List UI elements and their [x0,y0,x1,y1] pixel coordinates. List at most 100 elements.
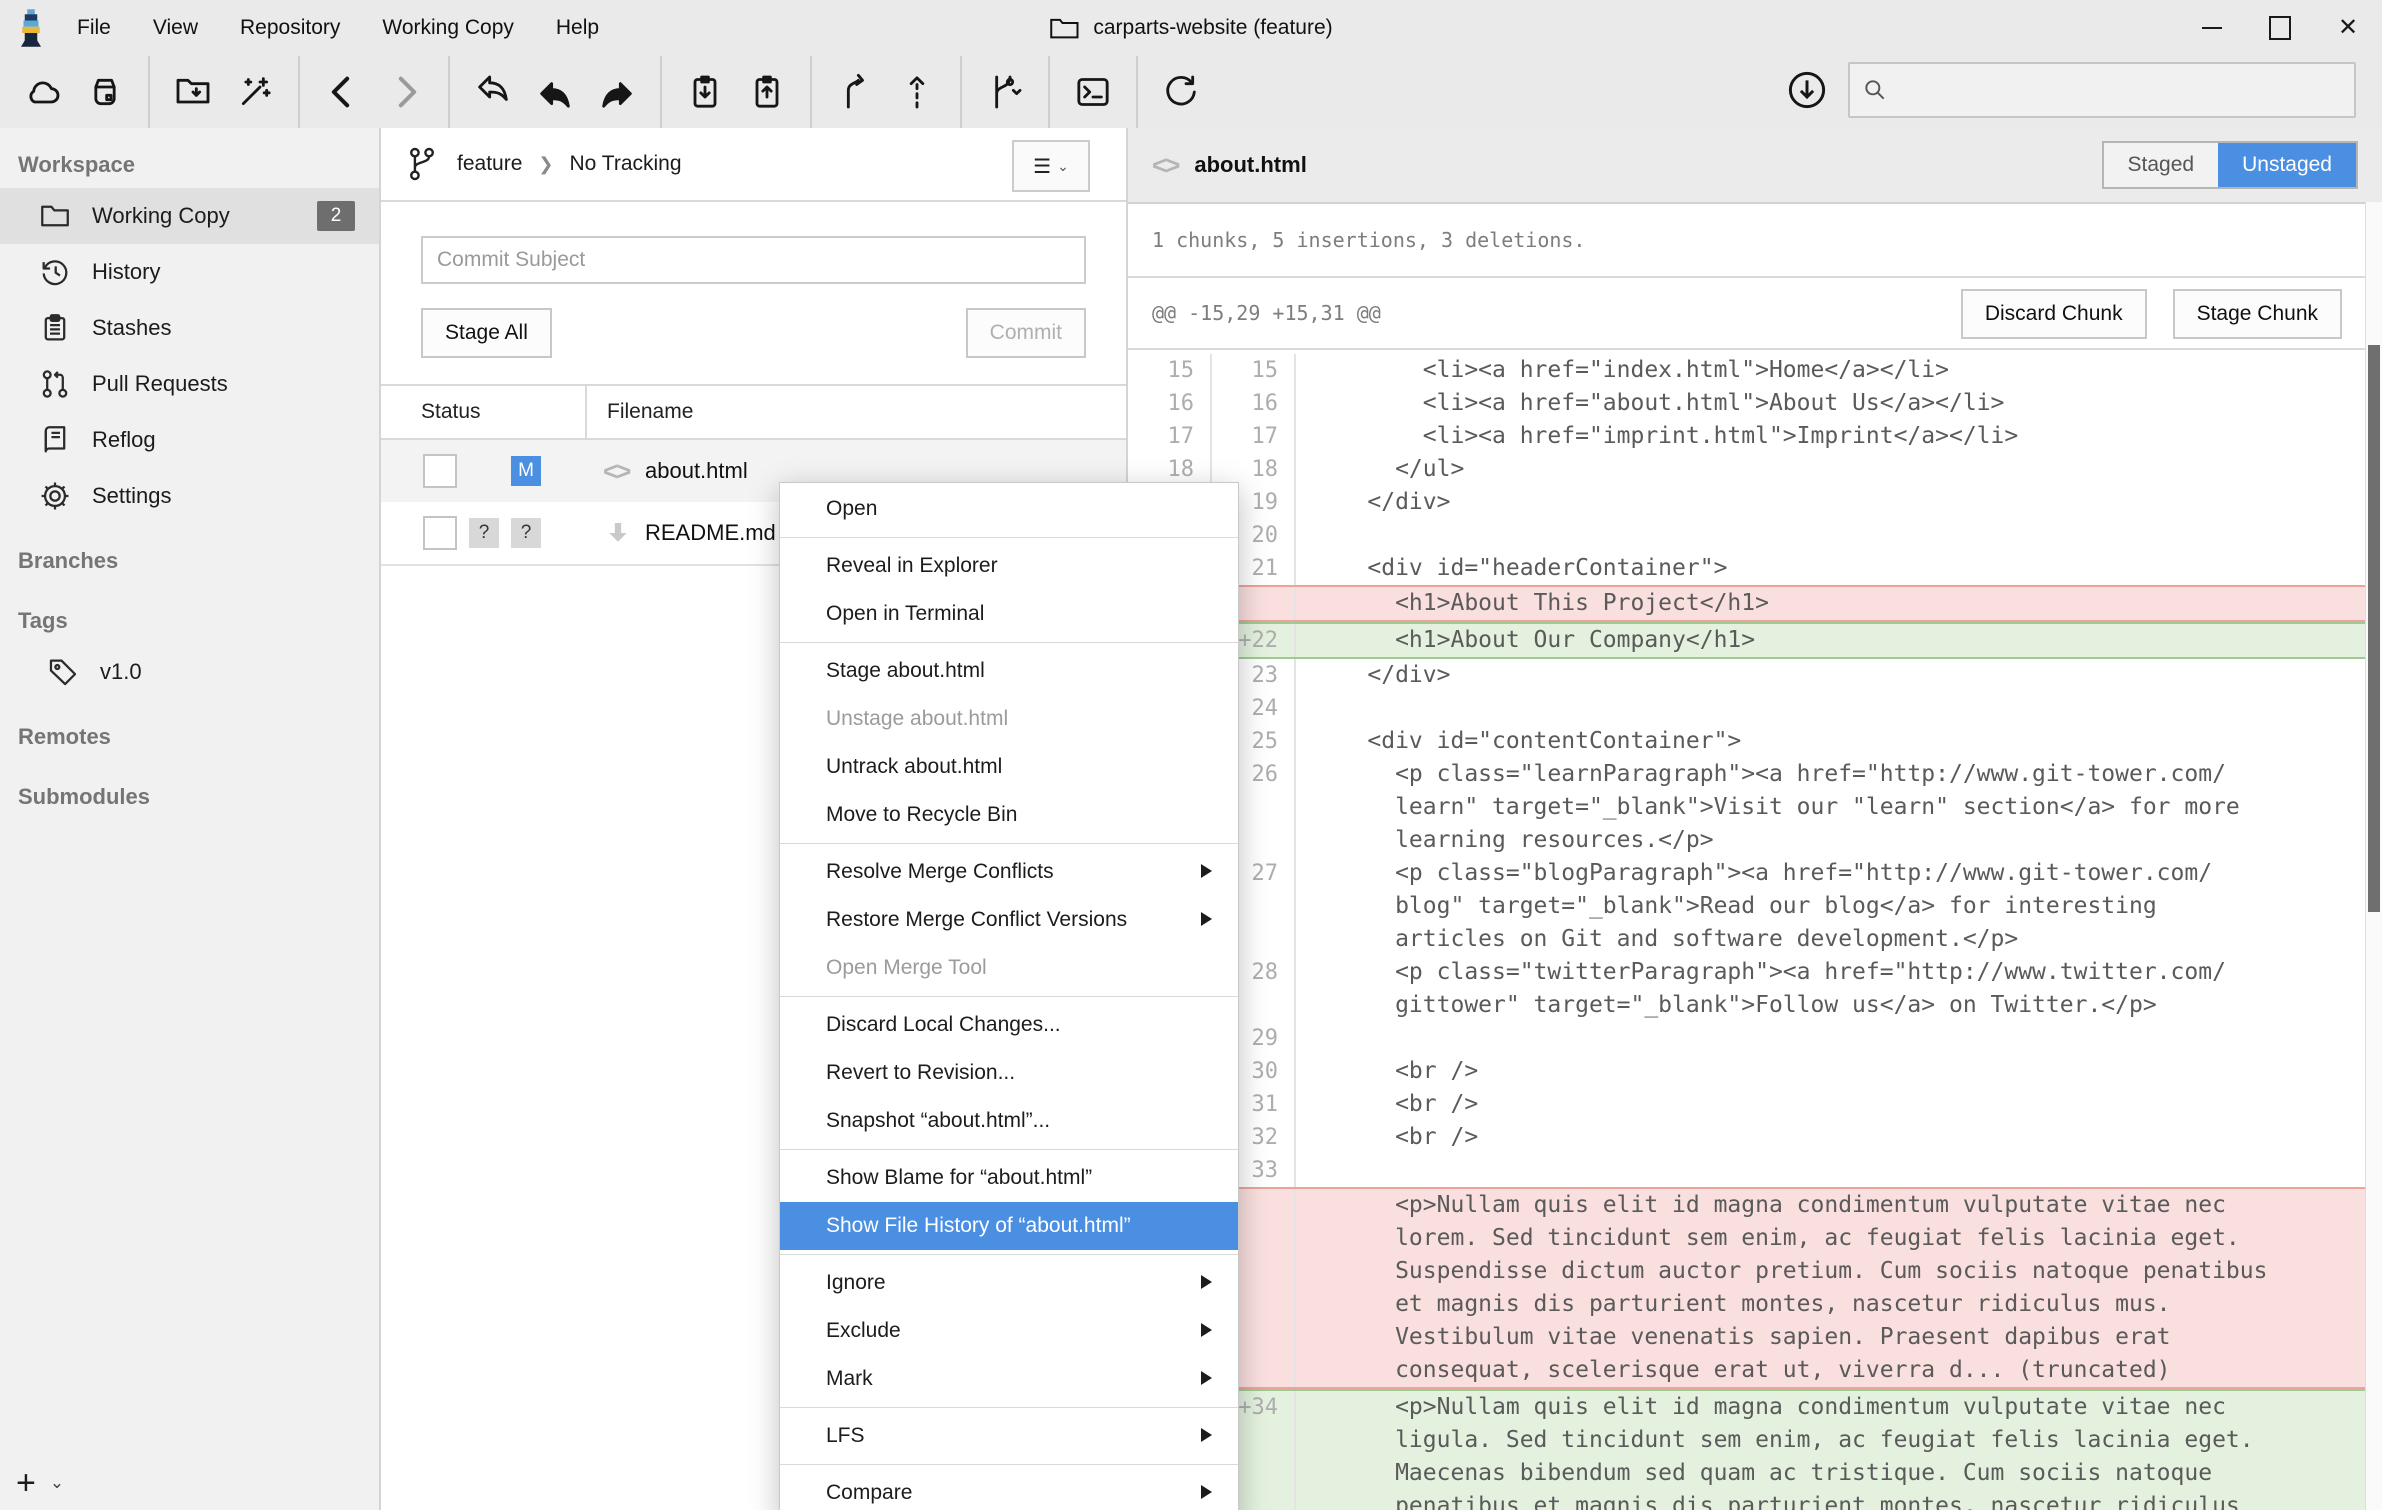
current-branch-label[interactable]: feature [457,152,522,176]
menu-working-copy[interactable]: Working Copy [361,0,535,56]
folder-open-icon[interactable] [162,63,224,121]
branch-options-button[interactable]: ☰ ⌄ [1012,140,1090,192]
menu-item-revert-to-revision-[interactable]: Revert to Revision... [780,1049,1238,1097]
jar-icon[interactable] [74,63,136,121]
file-checkbox[interactable] [423,516,457,550]
tower-logo-icon [16,8,46,48]
discard-chunk-button[interactable]: Discard Chunk [1961,289,2147,339]
menu-item-untrack-about-html[interactable]: Untrack about.html [780,743,1238,791]
add-repository-button[interactable]: + ⌄ [16,1466,64,1500]
maximize-button[interactable] [2246,0,2314,56]
old-line-number: 16 [1128,387,1212,420]
menu-item-move-to-recycle-bin[interactable]: Move to Recycle Bin [780,791,1238,839]
tab-staged[interactable]: Staged [2104,143,2219,187]
sidebar-item-history[interactable]: History [0,244,379,300]
sidebar-item-label: Working Copy [92,203,230,229]
menu-item-reveal-in-explorer[interactable]: Reveal in Explorer [780,542,1238,590]
tray-arrow-up-icon[interactable] [736,63,798,121]
diff-line-context: 3333 [1128,1154,2366,1187]
menu-item-resolve-merge-conflicts[interactable]: Resolve Merge Conflicts [780,848,1238,896]
merge-chevron-icon[interactable] [974,63,1036,121]
menu-item-open-in-terminal[interactable]: Open in Terminal [780,590,1238,638]
submenu-arrow-icon [1201,912,1212,926]
diff-line-added: penatibus et magnis dis parturient monte… [1128,1490,2366,1510]
diff-line-text: et magnis dis parturient montes, nascetu… [1296,1288,2366,1321]
sidebar-item-stashes[interactable]: Stashes [0,300,379,356]
arrow-bend-right-icon[interactable] [586,63,648,121]
menu-repository[interactable]: Repository [219,0,361,56]
diff-line-text: articles on Git and software development… [1296,923,2366,956]
search-box[interactable] [1848,62,2356,118]
menu-item-snapshot-about-html-[interactable]: Snapshot “about.html”... [780,1097,1238,1145]
sidebar-section-workspace[interactable]: Workspace [0,128,379,188]
menu-item-show-blame-for-about-html-[interactable]: Show Blame for “about.html” [780,1154,1238,1202]
column-status[interactable]: Status [381,400,585,424]
minimize-button[interactable] [2178,0,2246,56]
arrow-branch-up-icon[interactable] [824,63,886,121]
magic-wand-icon[interactable] [224,63,286,121]
diff-line-context: 1515 <li><a href="index.html">Home</a></… [1128,354,2366,387]
column-filename[interactable]: Filename [587,400,693,424]
menu-item-show-file-history-of-about-html-[interactable]: Show File History of “about.html” [780,1202,1238,1250]
menu-item-restore-merge-conflict-versions[interactable]: Restore Merge Conflict Versions [780,896,1238,944]
sidebar-item-v1-0[interactable]: v1.0 [0,644,379,700]
cloud-icon[interactable] [12,63,74,121]
chevron-right-icon[interactable] [374,63,436,121]
menu-view[interactable]: View [132,0,219,56]
diff-line-context: articles on Git and software development… [1128,923,2366,956]
arrow-dashed-up-icon[interactable] [886,63,948,121]
diff-line-text: <p class="learnParagraph"><a href="http:… [1296,758,2366,791]
tray-arrow-down-icon[interactable] [674,63,736,121]
toolbar-group [962,56,1048,128]
new-line-number: 17 [1212,420,1296,453]
download-circle-icon[interactable] [1786,69,1828,111]
commit-area: Stage All Commit [381,202,1126,358]
menu-item-stage-about-html[interactable]: Stage about.html [780,647,1238,695]
menu-item-compare[interactable]: Compare [780,1469,1238,1510]
sidebar-item-pull-requests[interactable]: Pull Requests [0,356,379,412]
close-button[interactable]: ✕ [2314,0,2382,56]
menu-help[interactable]: Help [535,0,620,56]
diff-line-deleted: Vestibulum vitae venenatis sapien. Praes… [1128,1321,2366,1354]
sidebar-item-reflog[interactable]: Reflog [0,412,379,468]
terminal-icon[interactable] [1062,63,1124,121]
sidebar-item-settings[interactable]: Settings [0,468,379,524]
diff-line-text: <h1>About Our Company</h1> [1296,624,2366,657]
branch-row: feature ❯ No Tracking ☰ ⌄ [381,128,1126,202]
commit-button[interactable]: Commit [966,308,1086,358]
sidebar-item-working-copy[interactable]: Working Copy2 [0,188,379,244]
menu-item-discard-local-changes-[interactable]: Discard Local Changes... [780,1001,1238,1049]
pull-request-icon [38,367,72,401]
sidebar-section-remotes[interactable]: Remotes [0,700,379,760]
menu-item-mark[interactable]: Mark [780,1355,1238,1403]
repo-folder-icon [1049,15,1079,41]
menu-item-lfs[interactable]: LFS [780,1412,1238,1460]
scrollbar-thumb[interactable] [2368,345,2380,912]
file-checkbox[interactable] [423,454,457,488]
toolbar-group [450,56,660,128]
stage-all-button[interactable]: Stage All [421,308,552,358]
sidebar-section-tags[interactable]: Tags [0,584,379,644]
sidebar-section-submodules[interactable]: Submodules [0,760,379,820]
tracking-status-label[interactable]: No Tracking [569,152,681,176]
menu-item-open-merge-tool[interactable]: Open Merge Tool [780,944,1238,992]
diff-summary-text: 1 chunks, 5 insertions, 3 deletions. [1152,228,1585,252]
search-input[interactable] [1896,78,2354,103]
arrow-bend-outline-icon[interactable] [462,63,524,121]
diff-line-text: gittower" target="_blank">Follow us</a> … [1296,989,2366,1022]
stage-chunk-button[interactable]: Stage Chunk [2173,289,2342,339]
commit-subject-input[interactable] [421,236,1086,284]
tab-unstaged[interactable]: Unstaged [2218,143,2356,187]
diff-scrollbar[interactable] [2365,202,2382,1510]
arrow-bend-left-icon[interactable] [524,63,586,121]
menu-item-unstage-about-html[interactable]: Unstage about.html [780,695,1238,743]
menu-item-open[interactable]: Open [780,485,1238,533]
refresh-icon[interactable] [1150,63,1212,121]
diff-line-text: <p>Nullam quis elit id magna condimentum… [1296,1189,2366,1222]
menu-file[interactable]: File [56,0,132,56]
menu-item-ignore[interactable]: Ignore [780,1259,1238,1307]
chevron-left-icon[interactable] [312,63,374,121]
sidebar-section-branches[interactable]: Branches [0,524,379,584]
context-menu: Open Reveal in ExplorerOpen in Terminal St… [779,482,1239,1510]
menu-item-exclude[interactable]: Exclude [780,1307,1238,1355]
